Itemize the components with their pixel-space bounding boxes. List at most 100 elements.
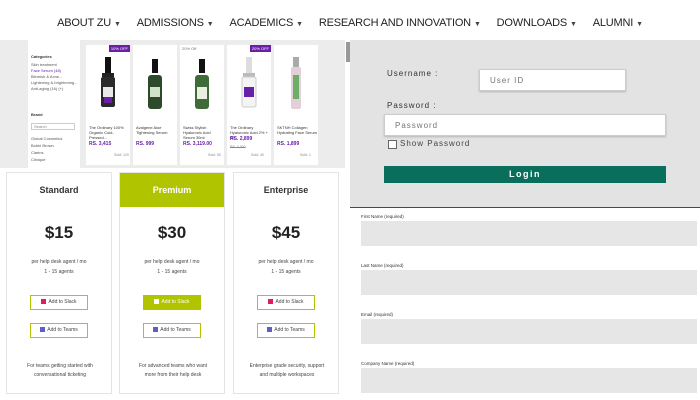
serum-bottle-icon [101, 57, 115, 107]
plan-description: Enterprise grade security, support and m… [249, 363, 325, 378]
discount-text: 20% Off [182, 46, 197, 51]
product-sold: Sold: 40 [251, 153, 264, 157]
serum-bottle-icon [148, 59, 162, 109]
product-card[interactable]: 10% OFF The Ordinary 100% Organic Cold-P… [86, 45, 130, 165]
username-input[interactable] [479, 69, 626, 91]
discount-badge: 20% OFF [249, 45, 271, 52]
nav-admissions[interactable]: ADMISSIONS ▼ [137, 17, 214, 29]
nav-alumni[interactable]: ALUMNI ▼ [593, 17, 643, 29]
plan-card-premium: Premium $30 per help desk agent / mo 1 -… [119, 172, 225, 394]
filter-item[interactable]: Skin treatment [31, 62, 57, 67]
product-price: RS. 2,899 [230, 136, 253, 142]
show-password-checkbox[interactable] [388, 140, 397, 149]
nav-label: ALUMNI [592, 17, 634, 29]
add-to-teams-button[interactable]: Add to Teams [143, 323, 201, 338]
add-to-teams-button[interactable]: Add to Teams [30, 323, 88, 338]
filter-item[interactable]: Blemish & Acne... [31, 74, 62, 79]
brand-item[interactable]: Clarins [31, 150, 43, 155]
nav-about-zu[interactable]: ABOUT ZU ▼ [57, 17, 121, 29]
product-sold: Sold: 50 [208, 153, 221, 157]
username-label: Username : [387, 69, 439, 78]
button-label: Add to Slack [275, 299, 304, 305]
plan-price: $30 [157, 223, 187, 242]
login-button[interactable]: Login [384, 166, 666, 183]
filter-item[interactable]: Anti-aging (16) (+) [31, 86, 63, 91]
plan-name: Premium [120, 173, 224, 207]
chevron-down-icon: ▼ [206, 21, 214, 28]
plan-agents: 1 - 15 agents [271, 269, 301, 275]
product-card[interactable]: Avalgene Aloe Tightening Serum RS. 999 [133, 45, 177, 165]
slack-icon [41, 299, 47, 305]
button-label: Add to Teams [160, 327, 191, 333]
product-name: Avalgene Aloe Tightening Serum [136, 125, 168, 135]
plan-card-enterprise: Enterprise $45 per help desk agent / mo … [233, 172, 339, 394]
nav-label: ABOUT ZU [57, 17, 111, 29]
plan-name: Enterprise [263, 185, 309, 195]
first-name-label: First Name (required) [361, 214, 404, 219]
product-card[interactable]: SKTNH Collagen Hydrating Face Serum RS. … [274, 45, 318, 165]
nav-academics[interactable]: ACADEMICS ▼ [229, 17, 304, 29]
chevron-down-icon: ▼ [296, 21, 303, 28]
product-name: Swiss Stylish Hyaluronic Acid Serum 30ml [183, 125, 211, 140]
discount-badge: 10% OFF [108, 45, 130, 52]
product-old-price: RS. 3,300 [230, 145, 246, 149]
plan-per: per help desk agent / mo [31, 259, 87, 265]
plan-per: per help desk agent / mo [144, 259, 200, 265]
product-price: RS. 3,415 [89, 141, 112, 147]
plan-price: $15 [44, 223, 74, 242]
plan-name: Standard [39, 185, 79, 195]
nav-label: ACADEMICS [229, 17, 294, 29]
company-label: Company Name (required) [361, 361, 415, 366]
plan-card-standard: Standard $15 per help desk agent / mo 1 … [6, 172, 112, 394]
first-name-field[interactable] [361, 221, 697, 246]
password-label: Password : [387, 101, 437, 110]
product-card[interactable]: 20% Off Swiss Stylish Hyaluronic Acid Se… [180, 45, 224, 165]
password-input[interactable] [384, 114, 666, 136]
serum-bottle-icon [241, 57, 257, 108]
plan-agents: 1 - 15 agents [44, 269, 74, 275]
email-field[interactable] [361, 319, 697, 344]
brand-title: Brand [31, 112, 43, 117]
nav-label: ADMISSIONS [136, 17, 204, 29]
chevron-down-icon: ▼ [570, 21, 577, 28]
product-price: RS. 1,899 [277, 141, 300, 147]
button-label: Add to Slack [161, 299, 190, 305]
show-password-label[interactable]: Show Password [400, 139, 470, 148]
brand-search-input[interactable]: Search [31, 123, 75, 130]
product-price: RS. 999 [136, 141, 155, 147]
filter-item[interactable]: Lightening & brightening... [31, 80, 77, 85]
serum-bottle-icon [291, 57, 301, 109]
plan-description: For teams getting started with conversat… [27, 363, 93, 378]
brand-item[interactable]: Bobbi Brown [31, 143, 54, 148]
nav-downloads[interactable]: DOWNLOADS ▼ [497, 17, 577, 29]
button-label: Add to Teams [274, 327, 305, 333]
product-price: RS. 3,119.00 [183, 141, 212, 147]
last-name-label: Last Name (required) [361, 263, 404, 268]
serum-bottle-icon [195, 59, 209, 109]
last-name-field[interactable] [361, 270, 697, 295]
add-to-teams-button[interactable]: Add to Teams [257, 323, 315, 338]
email-label: Email (required) [361, 312, 394, 317]
slack-icon [154, 299, 160, 305]
nav-research[interactable]: RESEARCH AND INNOVATION ▼ [319, 17, 481, 29]
plan-price: $45 [271, 223, 301, 242]
product-sold: Sold: 1 [300, 153, 311, 157]
filter-sidebar: Categories Skin treatment Face Serum (48… [28, 40, 80, 168]
teams-icon [153, 327, 159, 333]
chevron-down-icon: ▼ [473, 21, 481, 28]
nav-label: RESEARCH AND INNOVATION [318, 17, 471, 29]
chevron-down-icon: ▼ [636, 21, 643, 28]
add-to-slack-button[interactable]: Add to Slack [257, 295, 315, 310]
plan-description: For advanced teams who want more from th… [138, 363, 208, 378]
product-card[interactable]: 20% OFF The Ordinary Hyaluronic Acid 2% … [227, 45, 271, 165]
company-field[interactable] [361, 368, 697, 393]
brand-item[interactable]: Clinique [31, 157, 45, 162]
store-panel: Categories Skin treatment Face Serum (48… [0, 40, 345, 168]
teams-icon [40, 327, 46, 333]
add-to-slack-button[interactable]: Add to Slack [143, 295, 201, 310]
filter-item[interactable]: Face Serum (48) [31, 68, 61, 73]
teams-icon [267, 327, 273, 333]
brand-item[interactable]: Global Cosmetics [31, 136, 62, 141]
product-name: The Ordinary 100% Organic Cold-Pressed..… [89, 125, 124, 140]
add-to-slack-button[interactable]: Add to Slack [30, 295, 88, 310]
